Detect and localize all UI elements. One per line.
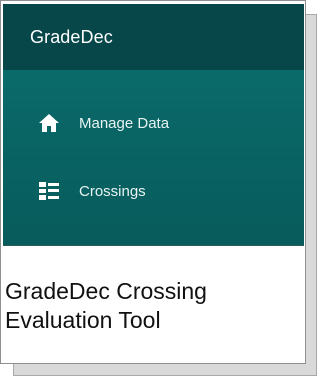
app-card[interactable]: GradeDec Manage Data Crossings GradeDec … bbox=[0, 0, 306, 364]
app-title: GradeDec bbox=[30, 27, 113, 47]
home-icon bbox=[38, 112, 60, 134]
caption-line-2: Evaluation Tool bbox=[5, 307, 161, 333]
nav-item-crossings[interactable]: Crossings bbox=[3, 171, 304, 211]
card-caption: GradeDec Crossing Evaluation Tool bbox=[5, 277, 300, 335]
nav-label-manage-data: Manage Data bbox=[79, 114, 170, 132]
nav-panel: Manage Data Crossings bbox=[3, 70, 304, 246]
nav-label-crossings: Crossings bbox=[79, 182, 146, 200]
thumbnail-stage: GradeDec Manage Data Crossings GradeDec … bbox=[0, 0, 320, 380]
nav-item-manage-data[interactable]: Manage Data bbox=[3, 103, 304, 143]
caption-line-1: GradeDec Crossing bbox=[5, 278, 207, 304]
list-icon bbox=[38, 180, 60, 202]
app-header: GradeDec bbox=[3, 4, 304, 70]
